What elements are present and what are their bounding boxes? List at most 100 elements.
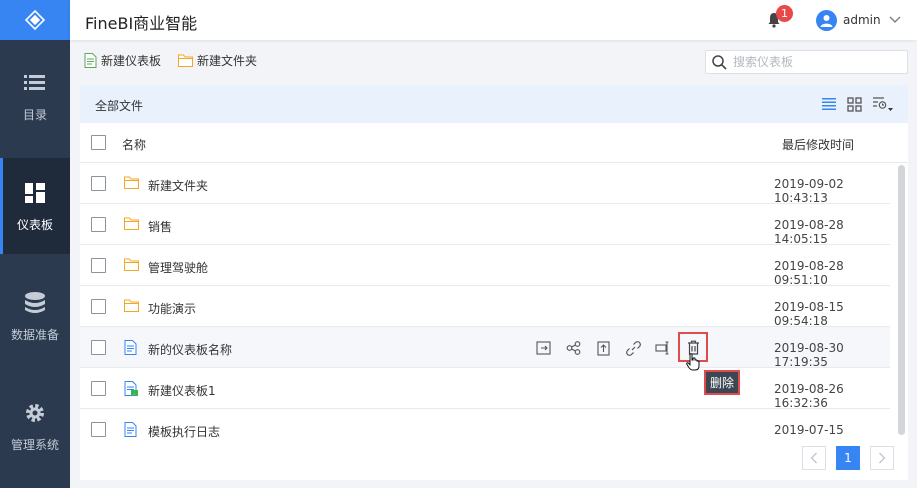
folder-icon [124,176,139,189]
new-dashboard-label: 新建仪表板 [101,54,162,68]
pagination: 1 [802,446,894,470]
list-view-icon[interactable] [821,97,837,111]
file-panel: 全部文件 名称 最后修改时间 新建文件夹 2019-09-02 10:43:13… [80,85,908,480]
item-time: 2019-08-15 09:54:18 [774,300,844,328]
row-checkbox[interactable] [91,381,106,396]
chevron-left-icon [810,452,817,464]
list-item[interactable]: 模板执行日志 2019-07-15 19:44:38 [80,409,890,438]
item-name: 新建文件夹 [148,179,209,193]
database-icon [25,290,45,316]
column-name: 名称 [122,138,147,152]
row-checkbox[interactable] [91,340,106,355]
grid-view-icon[interactable] [847,96,862,112]
item-name: 管理驾驶舱 [148,261,209,275]
panel-header: 全部文件 [80,85,908,123]
list-item[interactable]: 新建仪表板1 2019-08-26 16:32:36 [80,368,890,410]
list-icon [24,70,46,96]
row-actions [528,332,708,362]
row-checkbox[interactable] [91,176,106,191]
app-title: FineBI商业智能 [85,14,198,33]
dashboard-file-icon [124,340,137,355]
prev-page-button[interactable] [802,446,826,470]
item-time: 2019-08-30 17:19:35 [774,341,844,369]
column-header: 名称 最后修改时间 [80,123,908,163]
shared-dashboard-file-icon [124,381,138,397]
delete-tooltip: 删除 [703,370,741,395]
sidebar-item-label: 管理系统 [10,437,59,452]
hand-cursor-icon [686,353,700,371]
folder-icon [124,299,139,312]
breadcrumb[interactable]: 全部文件 [95,97,143,114]
gear-icon [24,400,46,426]
item-name: 新的仪表板名称 [148,343,233,357]
item-name: 销售 [148,220,173,234]
dashboard-file-icon [124,422,137,437]
finebi-logo-icon [24,9,46,31]
search-input[interactable] [733,55,893,69]
item-time: 2019-08-26 16:32:36 [774,382,844,410]
list-item[interactable]: 功能演示 2019-08-15 09:54:18 [80,286,890,328]
sidebar-item-dashboard[interactable]: 仪表板 [0,158,70,254]
link-button[interactable] [618,336,648,360]
new-folder-label: 新建文件夹 [197,54,258,68]
list-item[interactable]: 销售 2019-08-28 14:05:15 [80,204,890,246]
dashboard-grid-icon [25,180,45,206]
item-time: 2019-07-15 19:44:38 [774,423,844,438]
sidebar: 目录 仪表板 数据准备 管理系统 [0,0,70,488]
new-folder-button[interactable]: 新建文件夹 [178,52,257,69]
item-time: 2019-08-28 09:51:10 [774,259,844,287]
list-item[interactable]: 管理驾驶舱 2019-08-28 09:51:10 [80,245,890,287]
view-toggle-group [821,96,894,112]
username: admin [843,13,881,27]
top-header: FineBI商业智能 1 admin [70,0,917,40]
toolbar: 新建仪表板 新建文件夹 [80,50,908,74]
item-name: 新建仪表板1 [148,384,216,398]
sidebar-item-data-prep[interactable]: 数据准备 [0,268,70,364]
link-icon [625,340,641,356]
user-icon [820,14,833,27]
item-time: 2019-08-28 14:05:15 [774,218,844,246]
share-button[interactable] [558,336,588,360]
item-name: 功能演示 [148,302,197,316]
folder-icon [124,258,139,271]
chevron-down-icon [889,16,901,23]
new-dashboard-icon [84,53,97,68]
chevron-right-icon [879,452,886,464]
rename-icon [655,341,669,355]
row-checkbox[interactable] [91,299,106,314]
user-menu[interactable]: admin [816,8,901,32]
new-dashboard-button[interactable]: 新建仪表板 [84,52,161,69]
item-name: 模板执行日志 [148,425,221,438]
sidebar-item-label: 数据准备 [10,327,59,342]
move-button[interactable] [528,336,558,360]
list-item[interactable]: 新的仪表板名称 2019-08-30 17:19:35 [80,327,890,369]
avatar [816,9,837,31]
select-all-checkbox[interactable] [91,135,106,150]
publish-icon [596,340,610,356]
column-modified-time: 最后修改时间 [782,138,855,152]
notification-badge: 1 [776,5,793,22]
sidebar-item-label: 仪表板 [16,217,53,232]
new-folder-icon [178,54,193,67]
page-button-current[interactable]: 1 [836,446,860,470]
item-time: 2019-09-02 10:43:13 [774,177,844,205]
share-icon [566,341,580,355]
sidebar-item-admin[interactable]: 管理系统 [0,378,70,474]
sort-dropdown-icon[interactable] [872,96,894,112]
sidebar-item-catalog[interactable]: 目录 [0,48,70,144]
sidebar-item-label: 目录 [22,107,47,122]
rename-button[interactable] [648,336,678,360]
row-checkbox[interactable] [91,258,106,273]
logo[interactable] [0,0,70,40]
search-box [705,50,908,74]
scrollbar[interactable] [898,165,905,435]
publish-button[interactable] [588,336,618,360]
list-item[interactable]: 新建文件夹 2019-09-02 10:43:13 [80,163,890,205]
folder-icon [124,217,139,230]
row-checkbox[interactable] [91,422,106,437]
row-checkbox[interactable] [91,217,106,232]
next-page-button[interactable] [870,446,894,470]
file-list: 新建文件夹 2019-09-02 10:43:13 销售 2019-08-28 … [80,163,908,438]
search-icon [712,54,727,70]
move-to-folder-icon [535,341,551,355]
